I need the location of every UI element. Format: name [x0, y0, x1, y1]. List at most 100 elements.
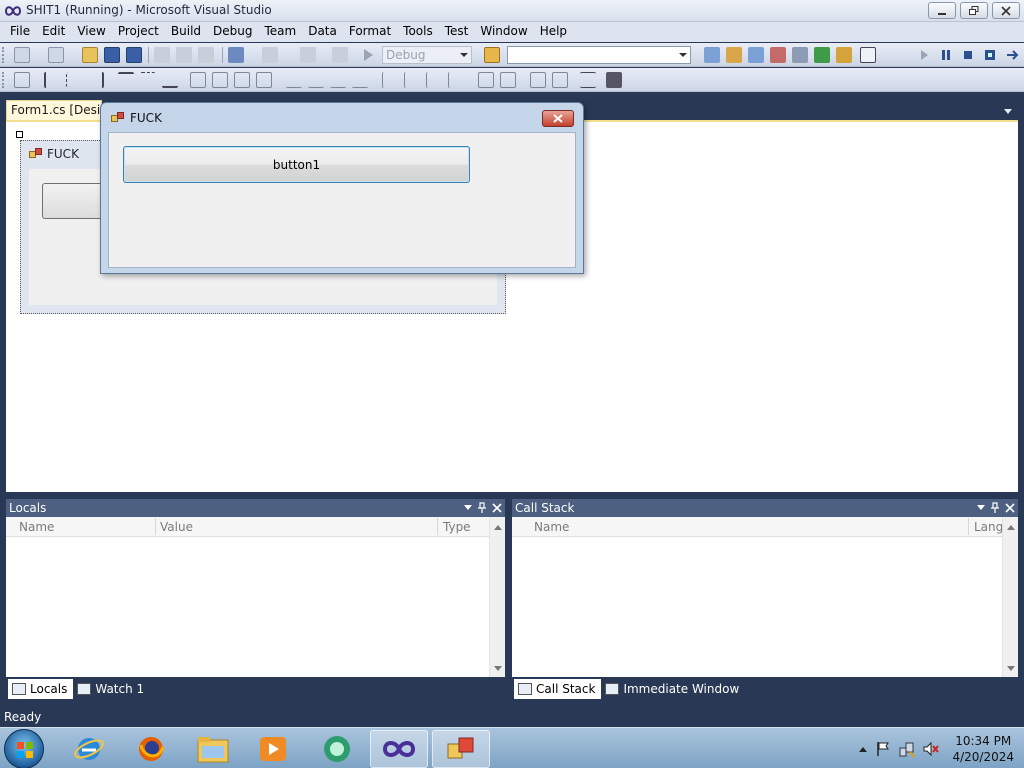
make-same-height-icon[interactable] [234, 72, 250, 88]
add-item-icon[interactable] [48, 47, 64, 63]
minimize-button[interactable] [928, 2, 956, 19]
menu-test[interactable]: Test [439, 22, 475, 42]
class-view-icon[interactable] [836, 47, 852, 63]
menu-view[interactable]: View [71, 22, 111, 42]
tab-order-icon[interactable] [580, 72, 596, 88]
window-position-dropdown-icon[interactable] [977, 504, 985, 511]
menu-tools[interactable]: Tools [397, 22, 439, 42]
window-position-dropdown-icon[interactable] [464, 504, 472, 511]
column-language[interactable]: Lang [974, 520, 1003, 534]
active-files-dropdown-icon[interactable] [1004, 109, 1012, 114]
taskbar-sharex[interactable] [308, 730, 366, 768]
vertical-spacing-equal-icon[interactable] [382, 72, 398, 88]
toolbox-icon[interactable] [792, 47, 808, 63]
increase-vertical-spacing-icon[interactable] [404, 72, 420, 88]
properties-icon[interactable] [748, 47, 764, 63]
size-to-grid-icon[interactable] [212, 72, 228, 88]
paste-icon[interactable] [198, 47, 214, 63]
menu-format[interactable]: Format [343, 22, 397, 42]
show-next-statement-icon[interactable] [1004, 47, 1020, 63]
button1[interactable]: button1 [123, 146, 470, 183]
stop-debugging-icon[interactable] [960, 47, 976, 63]
start-debugging-icon[interactable] [360, 47, 376, 63]
continue-icon[interactable] [916, 47, 932, 63]
action-center-flag-icon[interactable] [874, 740, 892, 758]
clock[interactable]: 10:34 PM 4/20/2024 [952, 733, 1014, 765]
align-lefts-icon[interactable] [44, 72, 60, 88]
tab-call-stack[interactable]: Call Stack [514, 679, 602, 699]
bring-to-front-icon[interactable] [530, 72, 546, 88]
menu-window[interactable]: Window [474, 22, 533, 42]
menu-debug[interactable]: Debug [207, 22, 258, 42]
align-to-grid-icon[interactable] [14, 72, 30, 88]
close-icon[interactable] [1005, 502, 1015, 513]
start-button[interactable] [4, 729, 44, 768]
command-window-icon[interactable] [860, 47, 876, 63]
network-icon[interactable] [898, 740, 916, 758]
restart-icon[interactable] [982, 47, 998, 63]
increase-horizontal-spacing-icon[interactable] [308, 72, 324, 88]
remove-horizontal-spacing-icon[interactable] [352, 72, 368, 88]
column-type[interactable]: Type [443, 520, 471, 534]
align-centers-icon[interactable] [66, 72, 82, 88]
solution-explorer-icon[interactable] [726, 47, 742, 63]
tab-watch-1[interactable]: Watch 1 [73, 679, 150, 699]
find-in-files-icon[interactable] [484, 47, 500, 63]
menu-team[interactable]: Team [258, 22, 302, 42]
menu-build[interactable]: Build [165, 22, 207, 42]
column-name[interactable]: Name [534, 520, 569, 534]
align-tops-icon[interactable] [118, 72, 134, 88]
align-middles-icon[interactable] [140, 72, 156, 88]
navigate-forward-icon[interactable] [332, 47, 348, 63]
center-vertically-icon[interactable] [500, 72, 516, 88]
close-window-button[interactable] [992, 2, 1020, 19]
horizontal-spacing-equal-icon[interactable] [286, 72, 302, 88]
column-name[interactable]: Name [19, 520, 54, 534]
save-all-icon[interactable] [126, 47, 142, 63]
start-page-icon[interactable] [814, 47, 830, 63]
remove-vertical-spacing-icon[interactable] [448, 72, 464, 88]
align-rights-icon[interactable] [88, 72, 104, 88]
lock-controls-icon[interactable] [606, 72, 622, 88]
object-browser-icon[interactable] [770, 47, 786, 63]
menu-edit[interactable]: Edit [36, 22, 71, 42]
make-same-width-icon[interactable] [190, 72, 206, 88]
tab-form1-design[interactable]: Form1.cs [Design] [6, 100, 102, 122]
menu-data[interactable]: Data [302, 22, 343, 42]
cut-icon[interactable] [154, 47, 170, 63]
menu-help[interactable]: Help [534, 22, 573, 42]
running-form-close-button[interactable] [542, 110, 574, 127]
copy-icon[interactable] [176, 47, 192, 63]
column-value[interactable]: Value [160, 520, 193, 534]
auto-hide-pin-icon[interactable] [478, 502, 486, 513]
send-to-back-icon[interactable] [552, 72, 568, 88]
show-hidden-icons-icon[interactable] [858, 745, 868, 753]
taskbar-file-explorer[interactable] [184, 730, 242, 768]
new-project-icon[interactable] [14, 47, 30, 63]
center-horizontally-icon[interactable] [478, 72, 494, 88]
tab-immediate-window[interactable]: Immediate Window [601, 679, 745, 699]
open-file-icon[interactable] [82, 47, 98, 63]
auto-hide-pin-icon[interactable] [991, 502, 999, 513]
taskbar-winforms-app[interactable] [432, 730, 490, 768]
navigate-backward-icon[interactable] [300, 47, 316, 63]
redo-icon[interactable] [262, 47, 278, 63]
toolbar-grip[interactable] [2, 47, 5, 63]
locals-scrollbar[interactable] [489, 517, 505, 677]
save-icon[interactable] [104, 47, 120, 63]
tab-locals[interactable]: Locals [8, 679, 74, 699]
decrease-vertical-spacing-icon[interactable] [426, 72, 442, 88]
form-selection-handle[interactable] [16, 131, 23, 138]
taskbar-firefox[interactable] [122, 730, 180, 768]
find-combo[interactable] [507, 46, 691, 64]
find-icon[interactable] [704, 47, 720, 63]
close-icon[interactable] [492, 502, 502, 513]
undo-icon[interactable] [228, 47, 244, 63]
align-bottoms-icon[interactable] [162, 72, 178, 88]
restore-button[interactable] [960, 2, 988, 19]
taskbar-internet-explorer[interactable] [60, 730, 118, 768]
decrease-horizontal-spacing-icon[interactable] [330, 72, 346, 88]
taskbar-media-player[interactable] [244, 730, 302, 768]
solution-configuration-combo[interactable]: Debug [382, 46, 472, 64]
toolbar-grip[interactable] [2, 72, 5, 88]
